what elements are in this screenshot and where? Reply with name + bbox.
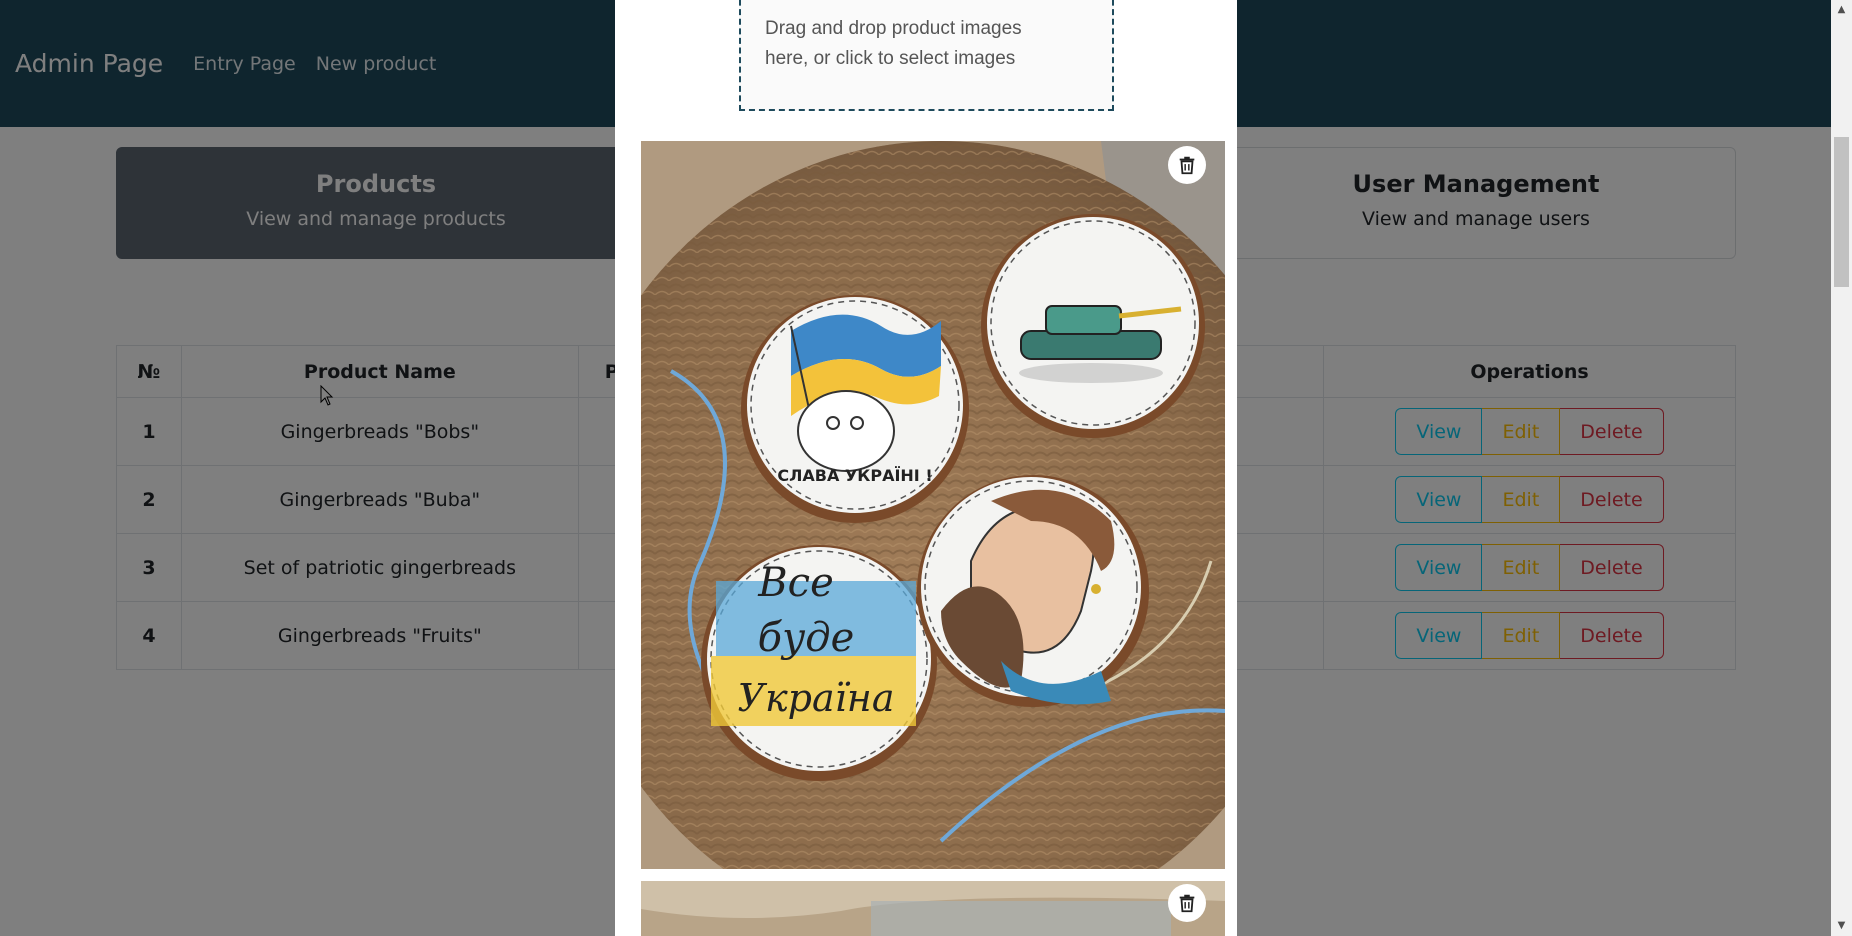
scrollbar-thumb[interactable] bbox=[1834, 137, 1849, 287]
cookie-text-vse: Все bbox=[757, 560, 833, 606]
trash-icon bbox=[1179, 894, 1195, 913]
cookie-text-ukraina: Україна bbox=[738, 676, 895, 720]
dropzone-text-line1: Drag and drop product images bbox=[765, 18, 1022, 39]
cookie-text-slava: СЛАВА УКРАЇНІ ! bbox=[777, 466, 932, 485]
scroll-down-arrow-icon[interactable]: ▼ bbox=[1831, 916, 1852, 936]
trash-icon bbox=[1179, 156, 1195, 175]
page-scrollbar[interactable]: ▲ ▼ bbox=[1831, 0, 1852, 936]
image-dropzone[interactable]: Drag and drop product images here, or cl… bbox=[739, 0, 1114, 111]
product-image-2 bbox=[641, 881, 1225, 936]
scroll-up-arrow-icon[interactable]: ▲ bbox=[1831, 0, 1852, 20]
cookie-text-bude: буде bbox=[758, 615, 855, 661]
image-upload-modal: Drag and drop product images here, or cl… bbox=[615, 0, 1237, 936]
product-image-1: СЛАВА УКРАЇНІ ! Все буде Україна bbox=[641, 141, 1225, 869]
dropzone-text-line2: here, or click to select images bbox=[765, 48, 1016, 69]
remove-image-button[interactable] bbox=[1168, 146, 1206, 184]
second-product-photo bbox=[641, 881, 1225, 936]
gingerbread-photo: СЛАВА УКРАЇНІ ! Все буде Україна bbox=[641, 141, 1225, 869]
remove-image-button[interactable] bbox=[1168, 884, 1206, 922]
